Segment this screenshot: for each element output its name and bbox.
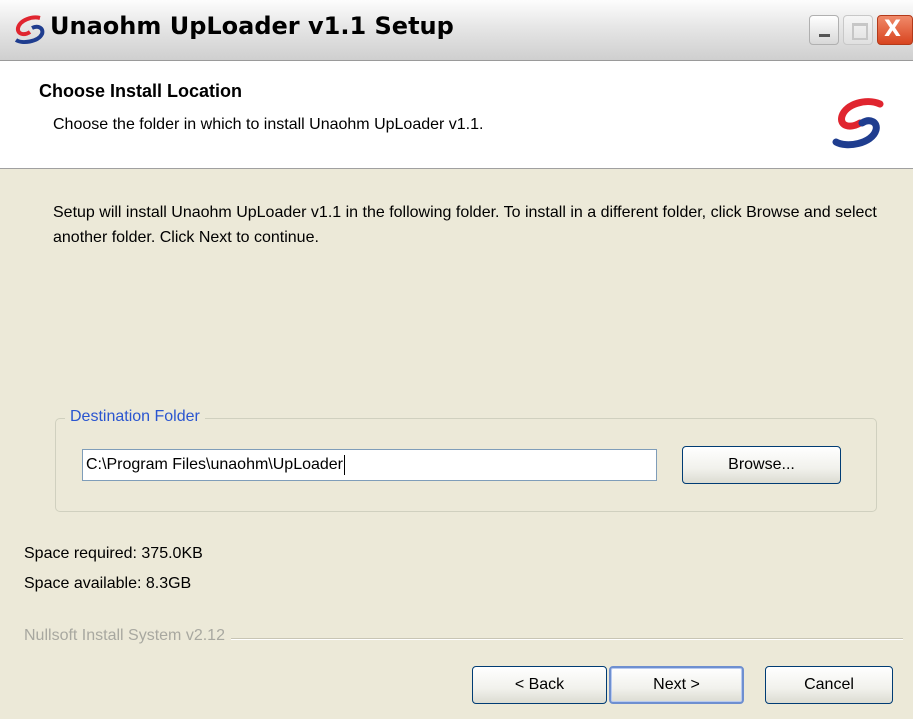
minimize-button[interactable] — [809, 15, 839, 45]
page-header: Choose Install Location Choose the folde… — [0, 61, 913, 169]
maximize-button[interactable] — [843, 15, 873, 45]
destination-path-value: C:\Program Files\unaohm\UpLoader — [86, 456, 344, 473]
destination-legend: Destination Folder — [65, 408, 205, 426]
back-button[interactable]: < Back — [472, 666, 607, 704]
description-text: Setup will install Unaohm UpLoader v1.1 … — [53, 204, 877, 246]
page-title: Choose Install Location — [39, 81, 243, 101]
space-available: Space available: 8.3GB — [24, 575, 192, 592]
setup-window: Unaohm UpLoader v1.1 Setup X Choose Inst… — [0, 0, 913, 719]
text-caret — [344, 454, 346, 475]
close-icon: X — [884, 17, 901, 42]
destination-path-input[interactable]: C:\Program Files\unaohm\UpLoader — [82, 449, 657, 481]
unaohm-logo-icon — [832, 98, 884, 149]
space-required: Space required: 375.0KB — [24, 545, 203, 562]
browse-button[interactable]: Browse... — [682, 446, 841, 484]
close-button[interactable]: X — [877, 15, 913, 45]
app-icon — [14, 15, 45, 44]
minimize-icon — [819, 34, 830, 37]
title-bar[interactable]: Unaohm UpLoader v1.1 Setup X — [0, 0, 913, 61]
page-subtitle: Choose the folder in which to install Un… — [53, 116, 484, 133]
window-title: Unaohm UpLoader v1.1 Setup — [50, 12, 454, 40]
cancel-button[interactable]: Cancel — [765, 666, 893, 704]
maximize-icon — [852, 23, 868, 40]
next-button[interactable]: Next > — [609, 666, 744, 704]
installer-branding: Nullsoft Install System v2.12 — [24, 627, 231, 645]
